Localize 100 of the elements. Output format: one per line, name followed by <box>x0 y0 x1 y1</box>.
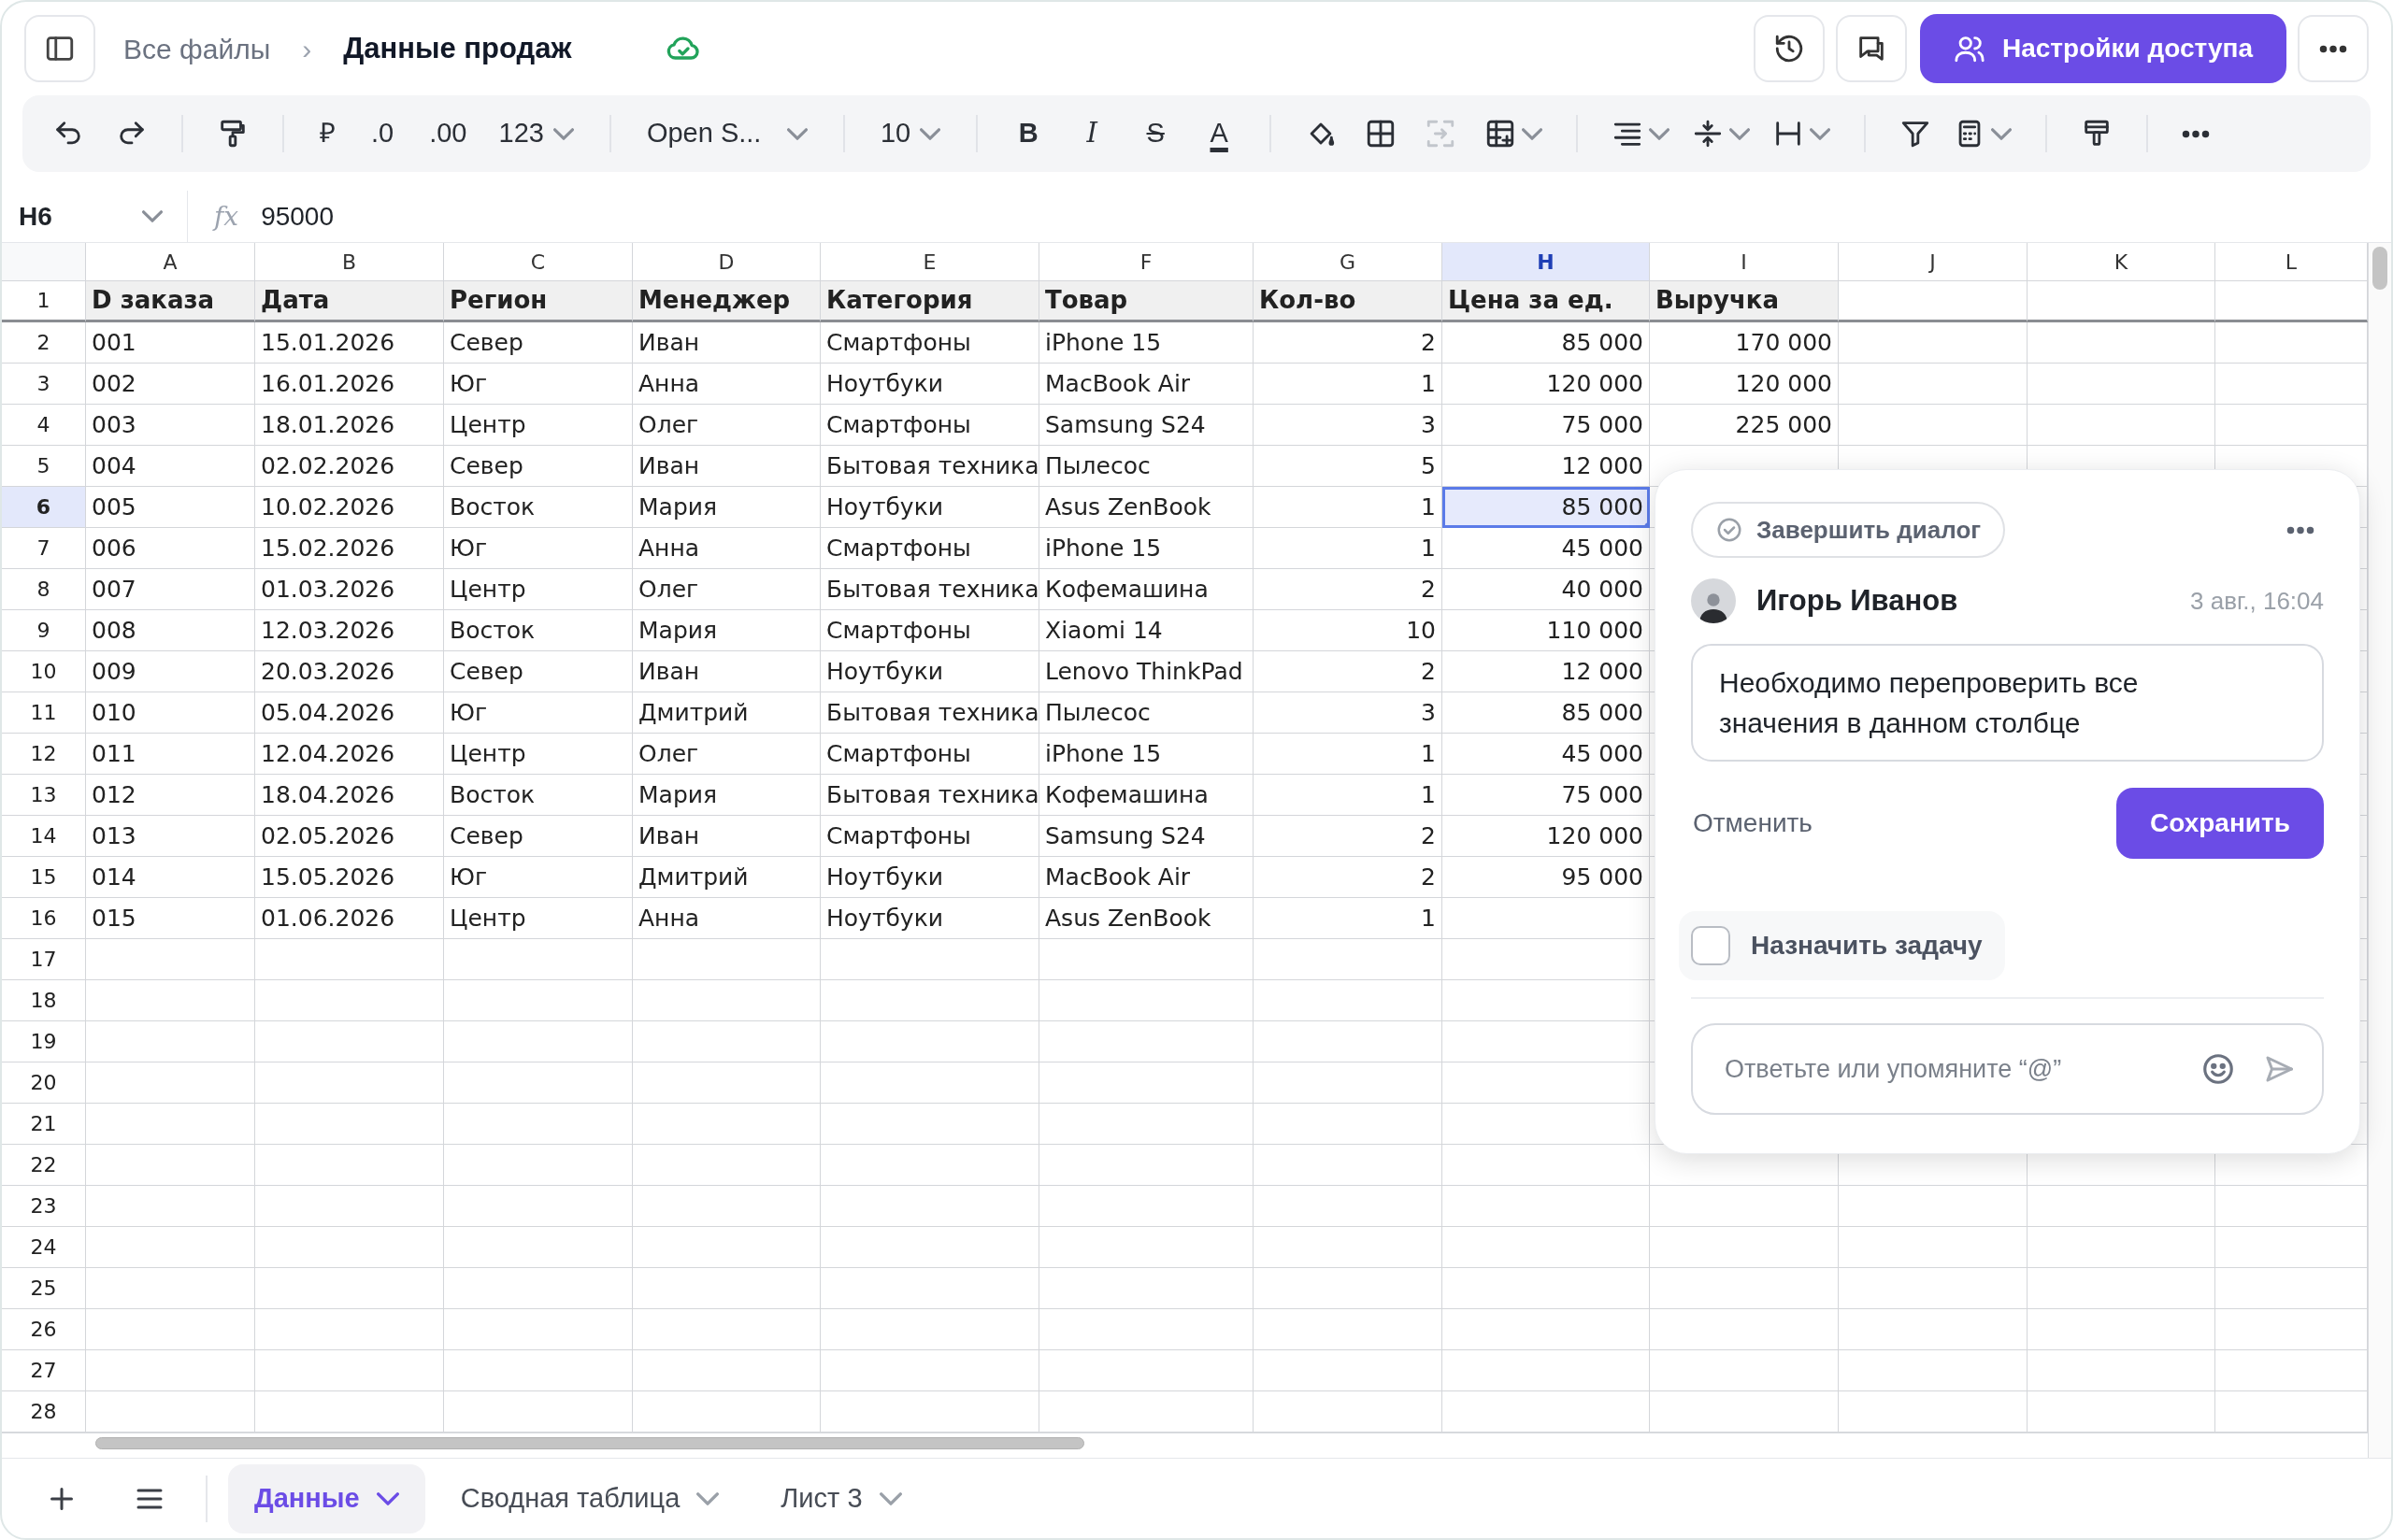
row-header[interactable]: 11 <box>2 692 86 734</box>
row-header[interactable]: 6 <box>2 487 86 528</box>
row-header[interactable]: 19 <box>2 1021 86 1062</box>
table-cell: 006 <box>86 528 255 569</box>
breadcrumb-separator: › <box>302 32 312 66</box>
table-cell: 170 000 <box>1650 322 1839 364</box>
table-cell: iPhone 15 <box>1039 322 1254 364</box>
row-header[interactable]: 7 <box>2 528 86 569</box>
row-header[interactable]: 12 <box>2 734 86 775</box>
table-cell: 015 <box>86 898 255 939</box>
caret-icon <box>142 210 163 222</box>
row-header[interactable]: 13 <box>2 775 86 816</box>
row-header[interactable]: 27 <box>2 1350 86 1391</box>
italic-button[interactable]: I <box>1064 107 1121 160</box>
row-header[interactable]: 18 <box>2 980 86 1021</box>
comment-input[interactable]: Необходимо перепроверить все значения в данном столбце <box>1691 644 2324 762</box>
horizontal-scrollbar[interactable] <box>95 1437 1084 1449</box>
column-header[interactable]: D <box>633 243 821 281</box>
table-cell: Бытовая техника <box>821 446 1039 487</box>
row-header[interactable]: 8 <box>2 569 86 610</box>
bold-button[interactable]: B <box>1000 107 1057 160</box>
sheet-tab[interactable]: Лист 3 <box>754 1463 928 1533</box>
reply-input[interactable]: Ответьте или упомяните “@” <box>1725 1049 2200 1089</box>
column-header[interactable]: K <box>2028 243 2215 281</box>
vertical-scrollbar[interactable] <box>2372 247 2387 290</box>
cancel-button[interactable]: Отменить <box>1693 804 1813 843</box>
table-cell: Ноутбуки <box>821 651 1039 692</box>
row-header[interactable]: 5 <box>2 446 86 487</box>
currency-format-button[interactable]: ₽ <box>307 107 349 160</box>
resolve-button[interactable]: Завершить диалог <box>1691 502 2006 558</box>
breadcrumb-link[interactable]: Все файлы <box>123 27 271 70</box>
table-cell: 01.06.2026 <box>255 898 444 939</box>
column-header[interactable]: A <box>86 243 255 281</box>
assign-task-checkbox[interactable]: Назначить задачу <box>1679 911 2005 980</box>
row-header[interactable]: 4 <box>2 405 86 446</box>
table-cell: Бытовая техника <box>821 569 1039 610</box>
row-header[interactable]: 25 <box>2 1268 86 1309</box>
cell-reference-dropdown[interactable]: H6 <box>2 190 188 243</box>
sidebar-toggle-button[interactable] <box>24 15 95 82</box>
sheet-tab[interactable]: Данные <box>228 1463 425 1533</box>
table-cell: 1 <box>1254 775 1442 816</box>
row-header[interactable]: 23 <box>2 1186 86 1227</box>
comments-button[interactable] <box>1836 15 1907 82</box>
table-cell: 01.03.2026 <box>255 569 444 610</box>
row-header[interactable]: 22 <box>2 1145 86 1186</box>
table-cell: Смартфоны <box>821 610 1039 651</box>
column-header[interactable]: G <box>1254 243 1442 281</box>
history-button[interactable] <box>1754 15 1825 82</box>
share-settings-button[interactable]: Настройки доступа <box>1920 14 2286 83</box>
row-header[interactable]: 1 <box>2 281 86 322</box>
text-color-button[interactable]: A <box>1191 107 1248 160</box>
table-cell: Юг <box>444 364 633 405</box>
row-header[interactable]: 2 <box>2 322 86 364</box>
column-header[interactable]: H <box>1442 243 1650 281</box>
row-header[interactable]: 3 <box>2 364 86 405</box>
formula-input[interactable]: 95000 <box>261 192 2391 240</box>
column-header[interactable]: E <box>821 243 1039 281</box>
row-header[interactable]: 17 <box>2 939 86 980</box>
column-header[interactable]: L <box>2215 243 2368 281</box>
column-title: Менеджер <box>633 281 821 322</box>
more-button[interactable] <box>2298 15 2369 82</box>
row-header[interactable]: 21 <box>2 1104 86 1145</box>
row-header[interactable]: 9 <box>2 610 86 651</box>
decrease-decimals-button[interactable]: .0 <box>358 107 408 160</box>
column-header[interactable]: J <box>1839 243 2028 281</box>
table-cell: 10.02.2026 <box>255 487 444 528</box>
row-header[interactable]: 15 <box>2 857 86 898</box>
row-header[interactable]: 14 <box>2 816 86 857</box>
font-dropdown[interactable]: Open S... <box>633 107 821 160</box>
caret-icon <box>1991 127 2013 140</box>
emoji-icon[interactable] <box>2200 1051 2236 1087</box>
column-header[interactable]: F <box>1039 243 1254 281</box>
table-cell: 12.04.2026 <box>255 734 444 775</box>
row-header[interactable]: 20 <box>2 1062 86 1104</box>
reply-field[interactable]: Ответьте или упомяните “@” <box>1691 1023 2324 1115</box>
column-header[interactable]: I <box>1650 243 1839 281</box>
table-cell: 10 <box>1254 610 1442 651</box>
selected-cell[interactable]: 85 000 <box>1442 487 1650 528</box>
table-cell: Кофемашина <box>1039 775 1254 816</box>
row-header[interactable]: 26 <box>2 1309 86 1350</box>
table-cell: Пылесос <box>1039 692 1254 734</box>
number-format-dropdown[interactable]: 123 <box>485 107 587 160</box>
row-header[interactable]: 10 <box>2 651 86 692</box>
table-cell: Мария <box>633 610 821 651</box>
strikethrough-button[interactable]: S <box>1127 107 1184 160</box>
more-options-button[interactable] <box>2286 525 2314 535</box>
column-header[interactable]: B <box>255 243 444 281</box>
increase-decimals-button[interactable]: .00 <box>416 107 480 160</box>
sheet-tab[interactable]: Сводная таблица <box>434 1463 746 1533</box>
save-button[interactable]: Сохранить <box>2116 788 2324 859</box>
row-header[interactable]: 16 <box>2 898 86 939</box>
font-size-dropdown[interactable]: 10 <box>867 107 954 160</box>
table-cell: Олег <box>633 734 821 775</box>
table-cell: Центр <box>444 734 633 775</box>
row-header[interactable]: 28 <box>2 1391 86 1433</box>
function-label: fx <box>214 199 239 234</box>
column-header[interactable]: C <box>444 243 633 281</box>
table-cell: 75 000 <box>1442 775 1650 816</box>
row-header[interactable]: 24 <box>2 1227 86 1268</box>
caret-icon <box>1522 127 1543 140</box>
